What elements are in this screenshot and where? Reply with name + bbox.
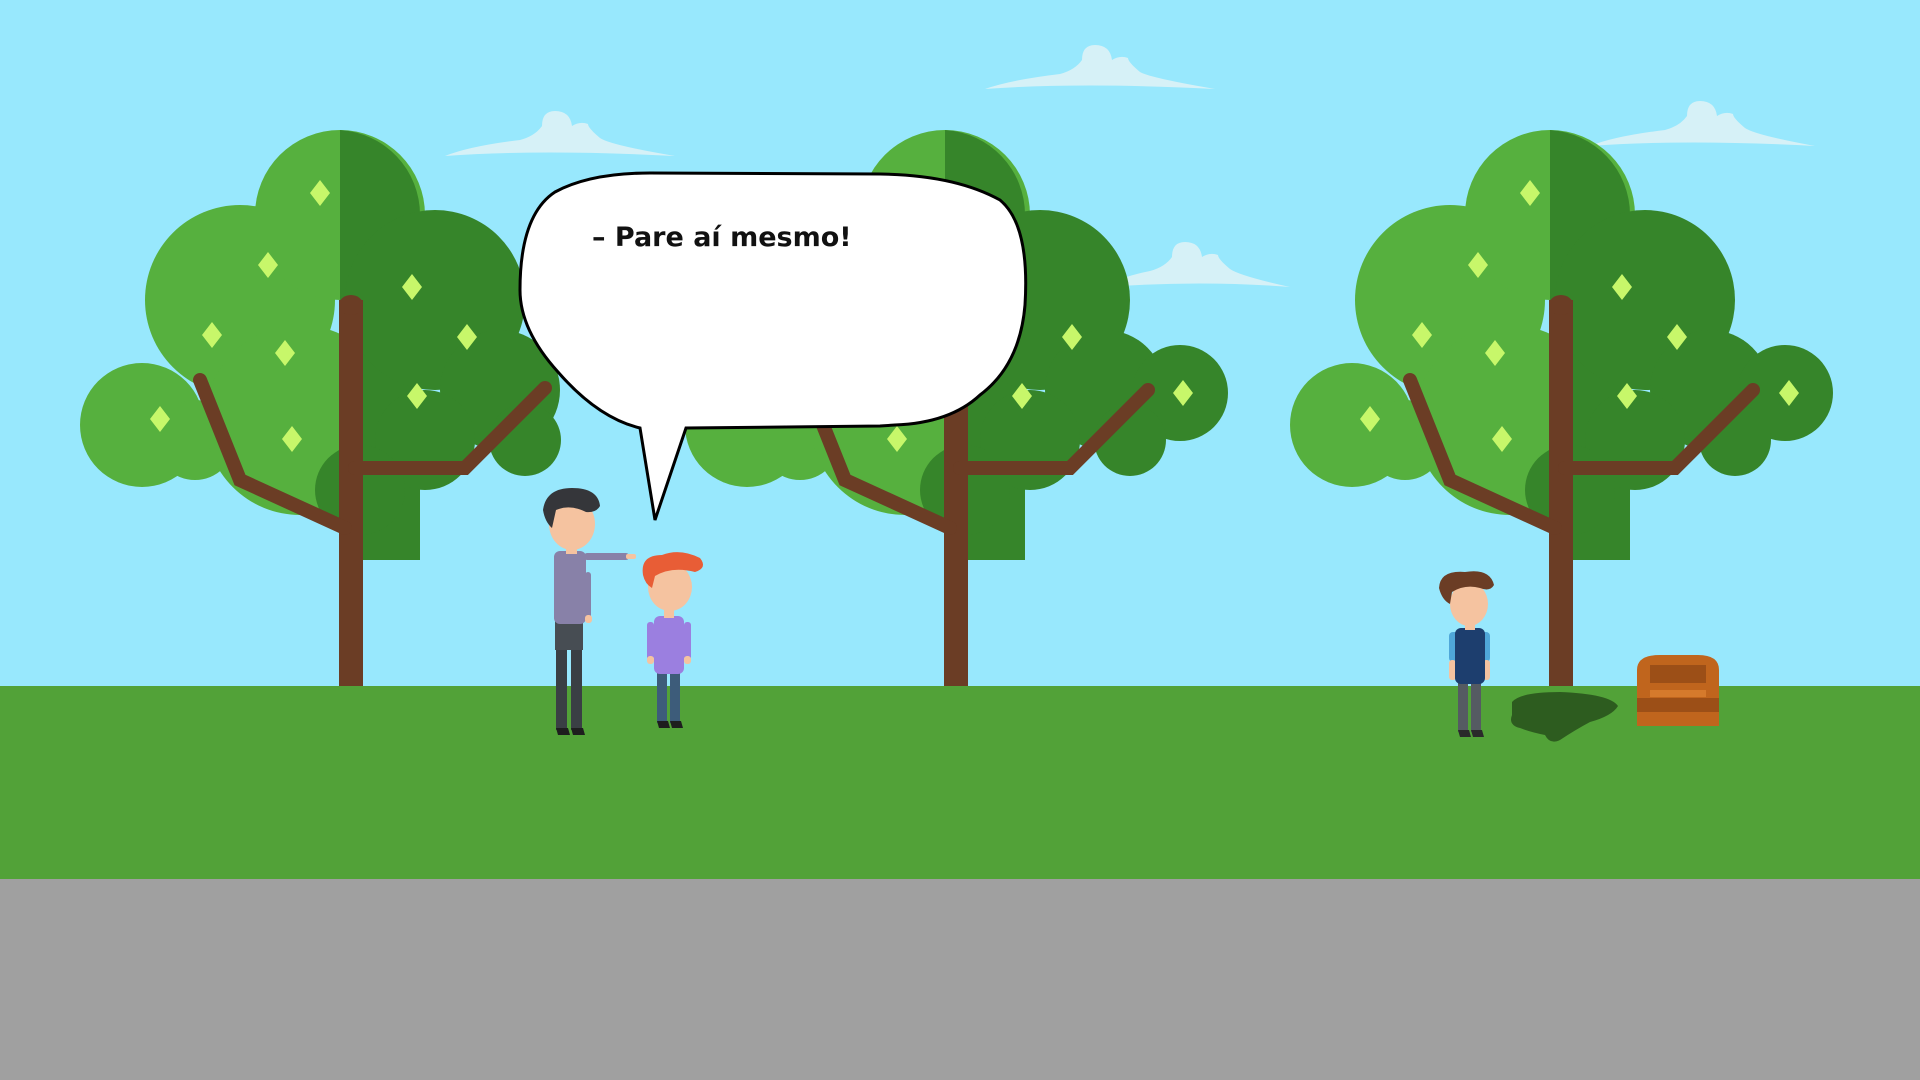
scene-canvas [0, 0, 1920, 1080]
animation-scene: – Pare aí mesmo! [0, 0, 1920, 1080]
treasure-chest [1637, 655, 1719, 726]
grass [0, 686, 1920, 879]
road [0, 879, 1920, 1080]
speech-bubble-text: – Pare aí mesmo! [592, 222, 852, 253]
